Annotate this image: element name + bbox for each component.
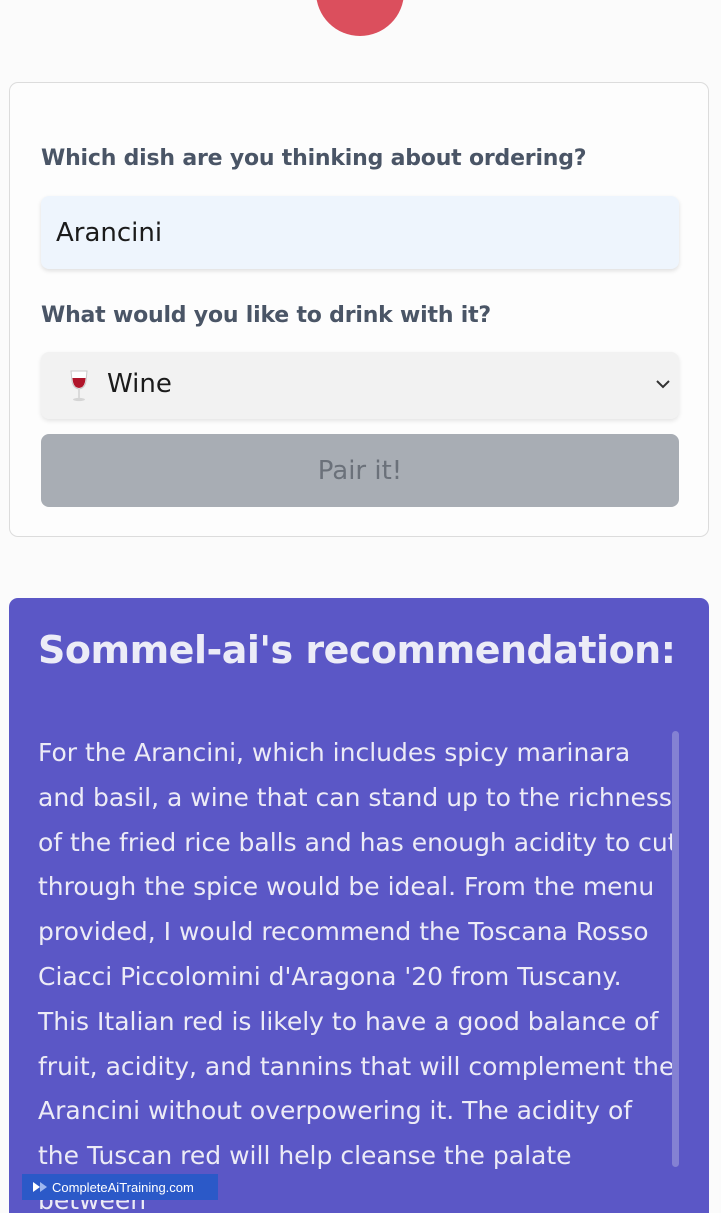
drink-question-label: What would you like to drink with it? xyxy=(41,303,491,328)
pair-it-button[interactable]: Pair it! xyxy=(41,434,679,507)
recommendation-text: For the Arancini, which includes spicy m… xyxy=(38,738,678,1213)
drink-selected-value: Wine xyxy=(107,369,172,399)
wine-glass-icon xyxy=(70,370,88,402)
page: Which dish are you thinking about orderi… xyxy=(0,0,721,1213)
logo-circle xyxy=(316,0,404,36)
chevron-down-icon xyxy=(656,380,670,389)
dish-input[interactable] xyxy=(41,196,679,269)
recommendation-card: Sommel-ai's recommendation: For the Aran… xyxy=(9,598,709,1213)
watermark-logo-icon xyxy=(33,1182,47,1192)
watermark-badge: CompleteAiTraining.com xyxy=(22,1174,218,1200)
dish-question-label: Which dish are you thinking about orderi… xyxy=(41,146,587,171)
watermark-text: CompleteAiTraining.com xyxy=(52,1179,194,1195)
recommendation-scrollbar[interactable] xyxy=(672,731,679,1167)
drink-select[interactable]: Wine xyxy=(41,352,679,419)
recommendation-title: Sommel-ai's recommendation: xyxy=(38,628,676,672)
pairing-form: Which dish are you thinking about orderi… xyxy=(9,82,709,537)
